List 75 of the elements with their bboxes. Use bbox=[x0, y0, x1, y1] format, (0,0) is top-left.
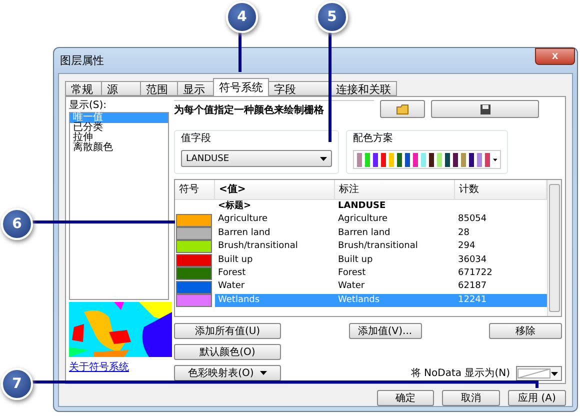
tab[interactable]: 连接和关联 bbox=[330, 81, 397, 96]
colormap-button[interactable]: 色彩映射表(O) bbox=[174, 365, 281, 381]
table-row[interactable]: Water Water 62187 bbox=[175, 280, 547, 294]
table-cell-text: Barren land bbox=[217, 226, 272, 240]
value-field-dropdown[interactable]: LANDUSE bbox=[181, 150, 332, 167]
caret-icon bbox=[551, 372, 558, 376]
table-cell: Wetlands bbox=[215, 294, 335, 308]
heading-text: 为每个值指定一种颜色来绘制栅格 bbox=[174, 100, 374, 117]
tab[interactable]: 常规 bbox=[65, 81, 102, 96]
table-cell-text: Barren land bbox=[337, 226, 392, 240]
column-header[interactable]: <值> bbox=[215, 180, 335, 199]
table-cell: 12241 bbox=[455, 294, 547, 308]
dialog-button[interactable]: 取消 bbox=[442, 390, 500, 406]
column-header[interactable]: 标注 bbox=[335, 180, 455, 199]
window-title: 图层属性 bbox=[60, 53, 104, 68]
table-cell: Wetlands bbox=[335, 294, 455, 308]
nodata-color-dropdown[interactable] bbox=[516, 366, 562, 381]
color-ramp-dropdown[interactable] bbox=[353, 150, 501, 169]
table-row[interactable]: Forest Forest 671722 bbox=[175, 266, 547, 280]
table-cell-text: Forest bbox=[217, 266, 247, 280]
table-cell-text: Agriculture bbox=[217, 213, 268, 226]
save-button[interactable] bbox=[431, 100, 539, 118]
callout-marker: 4 bbox=[226, 1, 258, 33]
table-row[interactable]: Agriculture Agriculture 85054 bbox=[175, 213, 547, 227]
table-cell-text: Water bbox=[217, 280, 246, 294]
caret-icon bbox=[492, 158, 498, 162]
about-symbology-link[interactable]: 关于符号系统 bbox=[69, 360, 169, 374]
table-row[interactable]: Brush/transitional Brush/transitional 294 bbox=[175, 240, 547, 254]
leader-line bbox=[238, 31, 242, 72]
caret-icon bbox=[320, 156, 327, 160]
table-row[interactable]: Barren land Barren land 28 bbox=[175, 226, 547, 240]
table-cell-text: 36034 bbox=[457, 254, 488, 267]
callout-marker: 6 bbox=[1, 208, 33, 240]
list-item[interactable]: 已分类 bbox=[70, 123, 168, 133]
tab[interactable]: 源 bbox=[101, 81, 141, 96]
table-cell-text: Built up bbox=[337, 254, 374, 267]
callout-marker: 7 bbox=[1, 368, 33, 400]
table-cell-text: <标题> bbox=[217, 200, 252, 213]
table-cell-text: Built up bbox=[217, 254, 254, 267]
group-label: 值字段 bbox=[181, 133, 212, 145]
show-label: 显示(S): bbox=[69, 100, 108, 112]
dialog-button[interactable]: 确定 bbox=[377, 390, 434, 406]
scrollbar[interactable] bbox=[547, 180, 561, 316]
no-color-swatch-icon bbox=[517, 368, 551, 379]
table-cell-text: Agriculture bbox=[337, 213, 388, 226]
group-label: 配色方案 bbox=[353, 133, 394, 145]
remove-button[interactable]: 移除 bbox=[489, 323, 562, 339]
table-cell-text: Water bbox=[337, 280, 366, 294]
list-item[interactable]: 拉伸 bbox=[70, 133, 168, 143]
dialog-button[interactable]: 应用 (A) bbox=[508, 390, 566, 406]
save-icon bbox=[480, 104, 490, 114]
caret-icon bbox=[260, 371, 267, 375]
column-header[interactable]: 符号 bbox=[175, 180, 215, 199]
table-cell-text: LANDUSE bbox=[337, 200, 387, 213]
tab[interactable]: 字段 bbox=[268, 81, 331, 96]
table-cell-text: 671722 bbox=[457, 266, 494, 280]
tab[interactable]: 显示 bbox=[177, 81, 214, 96]
table-cell-text: Brush/transitional bbox=[217, 240, 299, 254]
callout-marker: 5 bbox=[316, 1, 348, 33]
add-value-button[interactable]: 添加值(V)... bbox=[348, 323, 422, 339]
table-cell-text: 294 bbox=[457, 240, 476, 254]
table-cell-text: Brush/transitional bbox=[337, 240, 419, 254]
tab[interactable]: 范围 bbox=[140, 81, 178, 96]
table-row[interactable]: Built up Built up 36034 bbox=[175, 254, 547, 267]
table-cell-text: 28 bbox=[457, 226, 470, 240]
default-colors-button[interactable]: 默认颜色(O) bbox=[174, 344, 281, 360]
list-item[interactable]: 离散颜色 bbox=[70, 143, 168, 153]
table-cell-text: Forest bbox=[337, 266, 367, 280]
tab[interactable]: 符号系统 bbox=[213, 78, 269, 96]
add-all-values-button[interactable]: 添加所有值(U) bbox=[174, 323, 281, 339]
nodata-label: 将 NoData 显示为(N) bbox=[410, 368, 510, 380]
open-button[interactable] bbox=[380, 100, 425, 118]
table-cell-text: 62187 bbox=[457, 280, 488, 294]
table-cell-text: 85054 bbox=[457, 213, 488, 226]
folder-icon bbox=[396, 104, 410, 114]
